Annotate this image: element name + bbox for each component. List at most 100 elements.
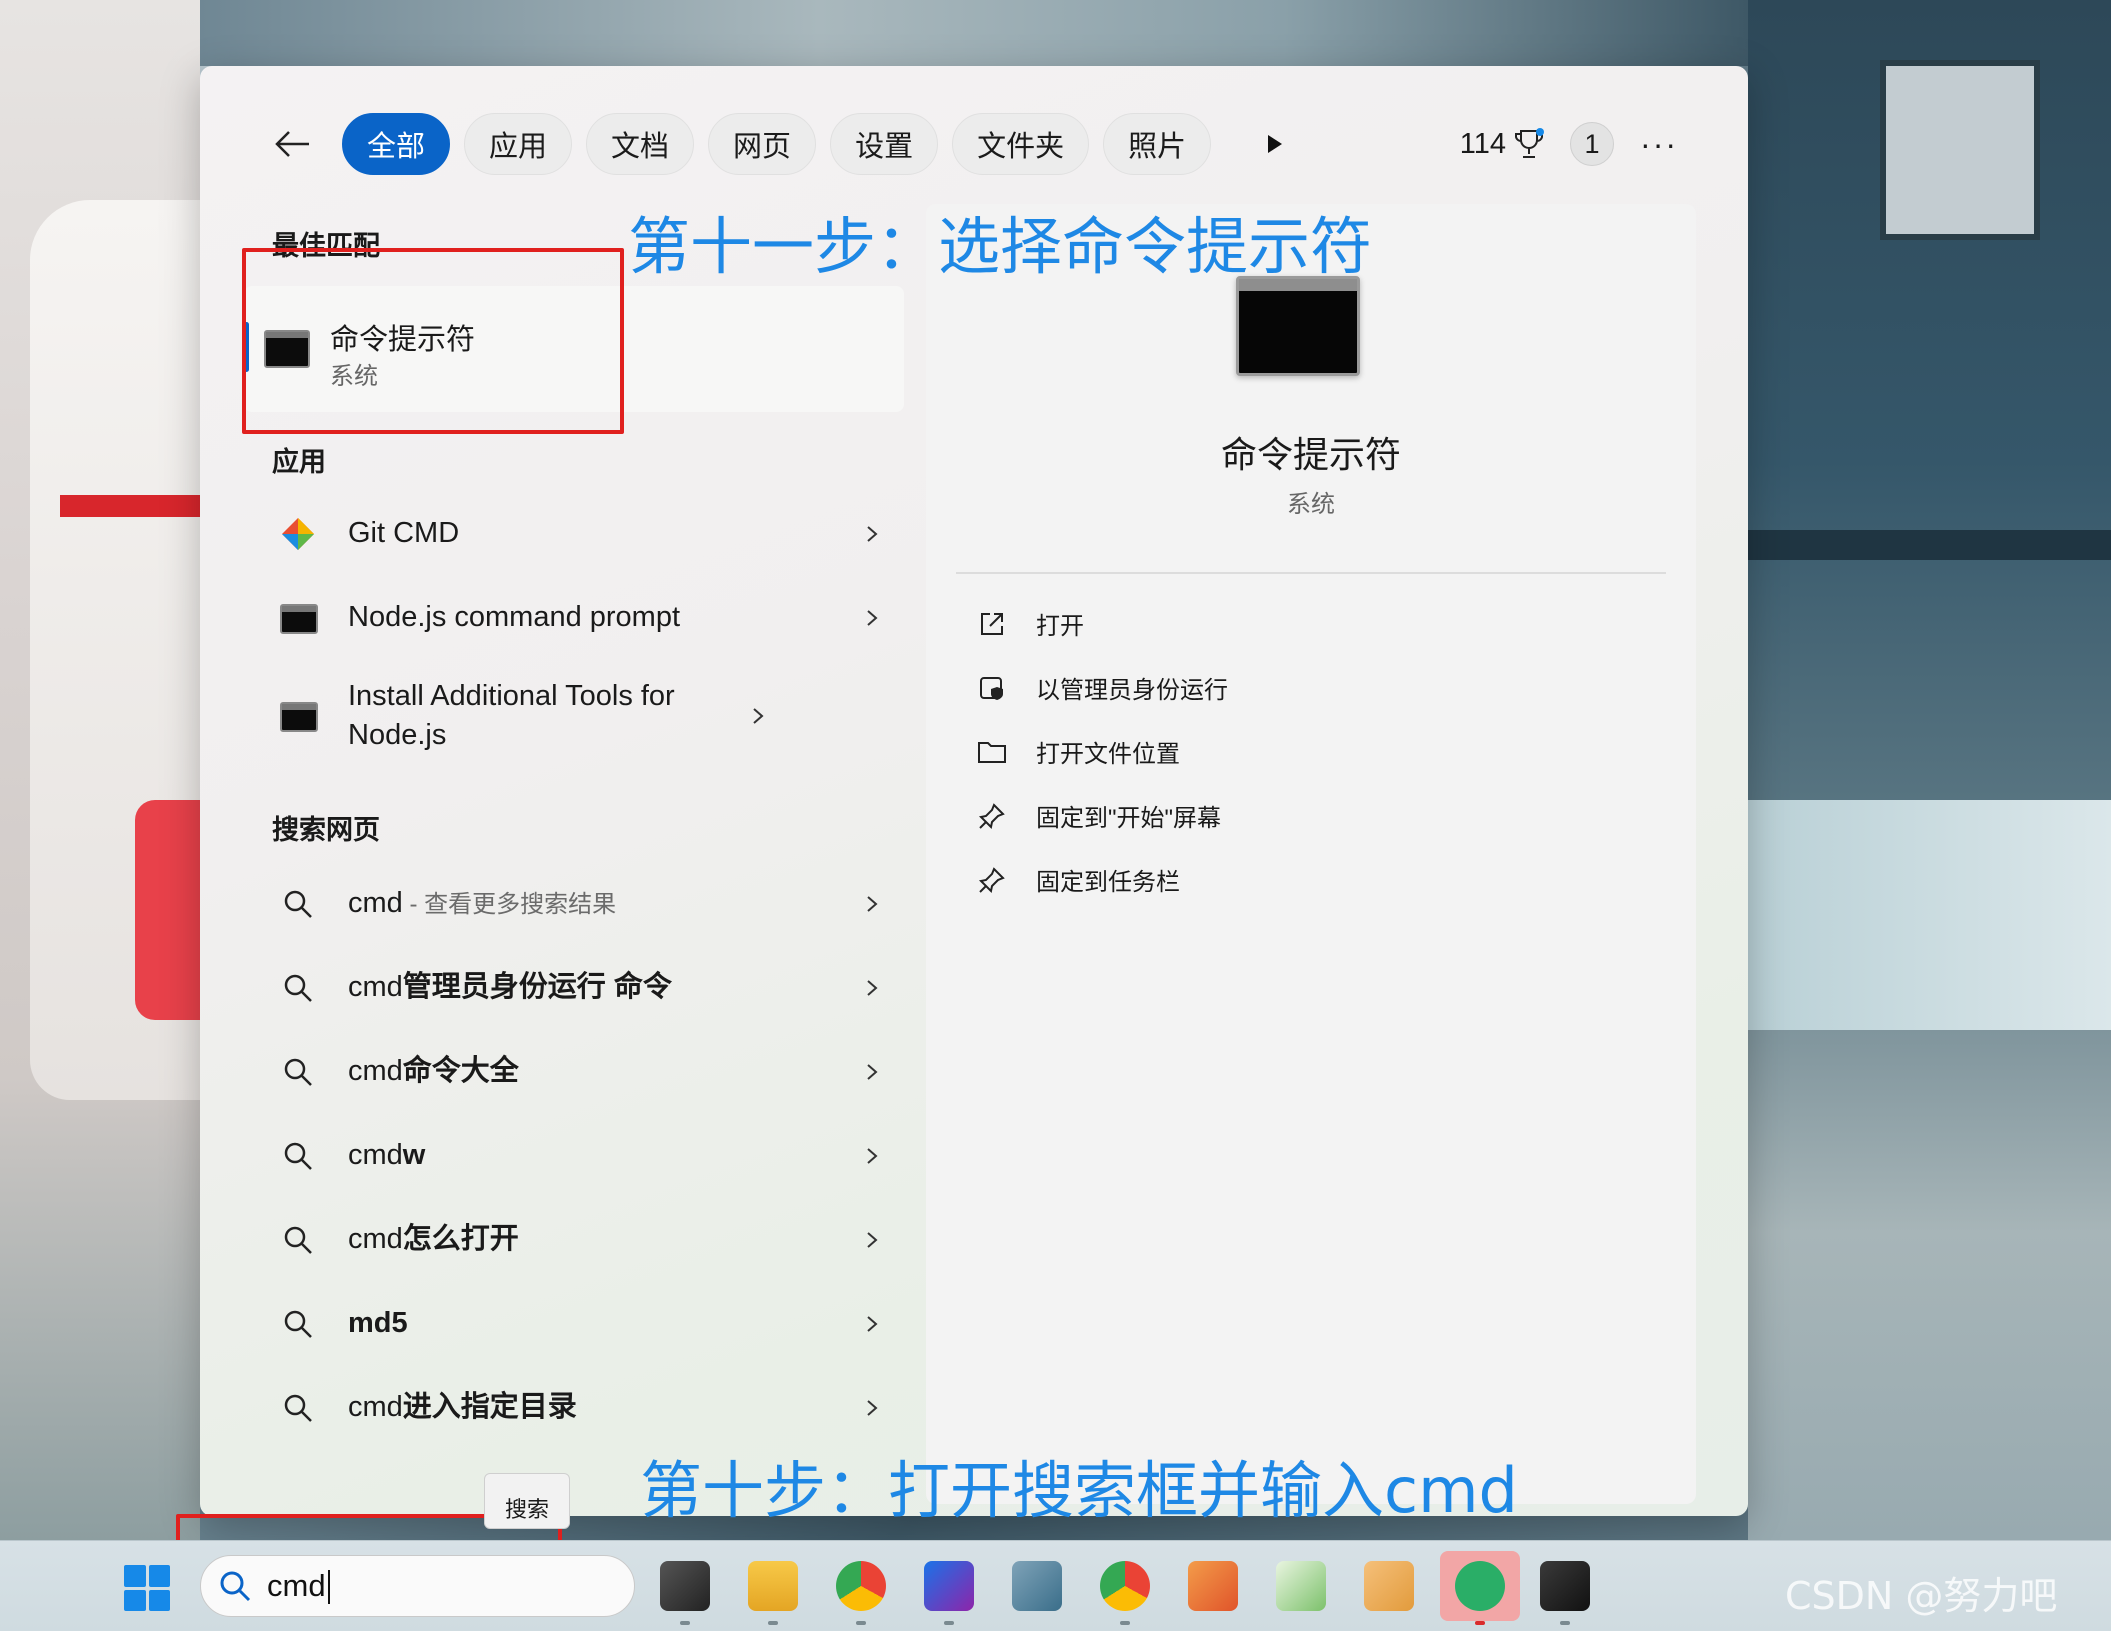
filter-bar: 全部 应用 文档 网页 设置 文件夹 照片 xyxy=(270,112,1295,176)
account-badge[interactable]: 1 xyxy=(1570,122,1615,166)
web-result-item[interactable]: cmd怎么打开 xyxy=(252,1200,892,1280)
web-result-label: md5 xyxy=(348,1307,408,1340)
trophy-icon xyxy=(1515,128,1545,158)
search-tooltip: 搜索 xyxy=(484,1473,570,1529)
chevron-right-icon xyxy=(867,526,878,542)
running-indicator xyxy=(944,1621,954,1625)
web-result-item[interactable]: cmd进入指定目录 xyxy=(252,1368,892,1448)
chevron-right-icon xyxy=(867,980,878,996)
more-filters-button[interactable] xyxy=(1255,124,1295,164)
step-10-annotation: 第十步：打开搜索框并输入cmd xyxy=(640,1454,1518,1527)
action-pin-to-start[interactable]: 固定到"开始"屏幕 xyxy=(976,798,1221,833)
web-result-label: cmd命令大全 xyxy=(348,1055,519,1088)
chrome-icon[interactable] xyxy=(836,1561,886,1611)
web-result-item[interactable]: cmd管理员身份运行 命令 xyxy=(252,948,892,1028)
tab-documents[interactable]: 文档 xyxy=(586,113,695,175)
search-icon xyxy=(220,1571,251,1602)
detail-subtitle: 系统 xyxy=(1287,491,1335,518)
action-run-as-admin[interactable]: 以管理员身份运行 xyxy=(976,670,1228,705)
web-result-label: cmd进入指定目录 xyxy=(348,1391,577,1424)
file-explorer-icon[interactable] xyxy=(748,1561,798,1611)
chevron-right-icon xyxy=(867,896,878,912)
tab-web[interactable]: 网页 xyxy=(708,113,817,175)
back-button[interactable] xyxy=(270,121,316,167)
tab-settings[interactable]: 设置 xyxy=(830,113,939,175)
running-indicator xyxy=(856,1621,866,1625)
open-external-icon xyxy=(976,608,1008,640)
tab-photos[interactable]: 照片 xyxy=(1103,113,1212,175)
search-icon xyxy=(278,1388,318,1428)
app-item-node-prompt[interactable]: Node.js command prompt xyxy=(252,580,892,656)
folder-icon xyxy=(976,736,1008,768)
action-pin-to-taskbar[interactable]: 固定到任务栏 xyxy=(976,862,1180,897)
windows-logo-icon xyxy=(124,1565,146,1587)
wallpaper-widget xyxy=(1748,800,2111,1030)
wallpaper-poster xyxy=(1880,60,2040,240)
notepad-icon[interactable] xyxy=(1276,1561,1326,1611)
admin-shield-icon xyxy=(976,672,1008,704)
detail-divider xyxy=(956,572,1666,574)
sticky-notes-icon[interactable] xyxy=(1364,1561,1414,1611)
wechat-icon[interactable] xyxy=(1455,1561,1505,1611)
chevron-right-icon xyxy=(867,1400,878,1416)
web-result-item[interactable]: cmd - 查看更多搜索结果 xyxy=(252,864,892,944)
running-indicator xyxy=(768,1621,778,1625)
chevron-right-icon xyxy=(867,610,878,626)
wallpaper-top xyxy=(200,0,1748,66)
tab-all[interactable]: 全部 xyxy=(342,113,451,175)
app-item-node-tools[interactable]: Install Additional Tools for Node.js xyxy=(252,666,892,766)
chevron-right-icon xyxy=(867,1148,878,1164)
tab-folders[interactable]: 文件夹 xyxy=(952,113,1090,175)
app-item-label: Git CMD xyxy=(348,517,460,550)
terminal-icon xyxy=(278,598,318,638)
running-indicator xyxy=(1120,1621,1130,1625)
image-viewer-icon[interactable] xyxy=(1012,1561,1062,1611)
web-result-item[interactable]: cmd命令大全 xyxy=(252,1032,892,1112)
taskbar-search-box[interactable]: cmd xyxy=(200,1555,635,1617)
web-result-label: cmd怎么打开 xyxy=(348,1223,519,1256)
tab-apps[interactable]: 应用 xyxy=(464,113,573,175)
action-open-file-location[interactable]: 打开文件位置 xyxy=(976,734,1180,769)
chevron-right-icon xyxy=(867,1316,878,1332)
running-indicator xyxy=(1560,1621,1570,1625)
chrome-icon[interactable] xyxy=(1100,1561,1150,1611)
git-icon xyxy=(278,514,318,554)
step-11-annotation: 第十一步：选择命令提示符 xyxy=(628,210,1373,283)
web-result-item[interactable]: md5 xyxy=(252,1284,892,1364)
web-result-label: cmd管理员身份运行 命令 xyxy=(348,971,672,1004)
action-label: 固定到"开始"屏幕 xyxy=(1036,805,1222,832)
search-input[interactable]: cmd xyxy=(267,1568,330,1605)
rewards-points[interactable]: 114 xyxy=(1459,127,1545,161)
search-icon xyxy=(278,1220,318,1260)
terminal-icon xyxy=(278,696,318,736)
more-options-button[interactable]: ··· xyxy=(1640,126,1678,163)
watermark: CSDN @努力吧 xyxy=(1785,1574,2058,1618)
running-indicator xyxy=(1475,1621,1485,1625)
chevron-right-icon xyxy=(867,1064,878,1080)
task-view-icon[interactable] xyxy=(660,1561,710,1611)
points-value: 114 xyxy=(1459,127,1507,160)
search-icon xyxy=(278,1052,318,1092)
action-label: 固定到任务栏 xyxy=(1036,869,1180,896)
wallpaper-belt xyxy=(60,495,200,517)
chevron-right-icon xyxy=(867,1232,878,1248)
best-match-highlight-box xyxy=(242,248,624,434)
web-search-heading: 搜索网页 xyxy=(272,815,380,845)
chevron-right-icon xyxy=(753,708,764,724)
wallpaper-shelf xyxy=(1748,530,2111,560)
ide-icon[interactable] xyxy=(924,1561,974,1611)
action-open[interactable]: 打开 xyxy=(976,606,1084,641)
search-icon xyxy=(278,884,318,924)
top-right-controls: 114 1 ··· xyxy=(1460,112,1678,176)
action-label: 以管理员身份运行 xyxy=(1036,677,1228,704)
search-icon xyxy=(278,968,318,1008)
pdf-icon[interactable] xyxy=(1188,1561,1238,1611)
search-icon xyxy=(278,1136,318,1176)
web-result-item[interactable]: cmdw xyxy=(252,1116,892,1196)
app-item-git-cmd[interactable]: Git CMD xyxy=(252,496,892,572)
terminal-icon[interactable] xyxy=(1540,1561,1590,1611)
action-label: 打开文件位置 xyxy=(1036,741,1180,768)
pin-icon xyxy=(976,864,1008,896)
web-result-label: cmd - 查看更多搜索结果 xyxy=(348,887,617,920)
start-button[interactable] xyxy=(124,1565,170,1611)
